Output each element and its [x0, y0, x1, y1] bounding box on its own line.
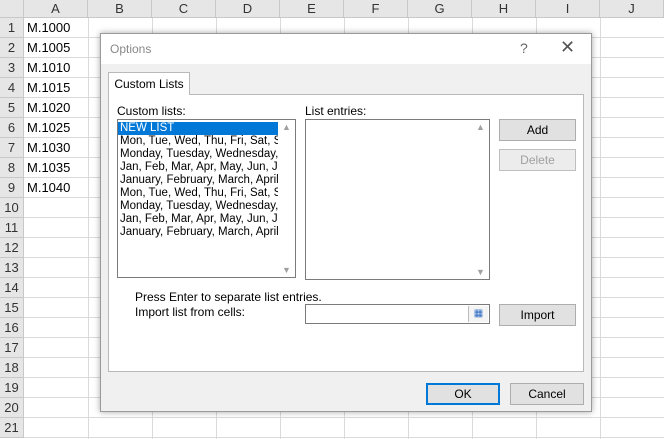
custom-lists-scrollbar[interactable]: ▲ ▼ [279, 120, 295, 277]
row-header[interactable]: 7 [0, 138, 24, 158]
list-item[interactable]: Monday, Tuesday, Wednesday, Thursday [118, 148, 278, 161]
row-header[interactable]: 12 [0, 238, 24, 258]
dialog-titlebar[interactable]: Options ? ✕ [101, 34, 591, 64]
row-header[interactable]: 15 [0, 298, 24, 318]
import-button[interactable]: Import [499, 304, 576, 326]
row-header[interactable]: 16 [0, 318, 24, 338]
list-item[interactable]: Monday, Tuesday, Wednesday, Thursday [118, 200, 278, 213]
row-header[interactable]: 3 [0, 58, 24, 78]
list-item[interactable]: January, February, March, April [118, 174, 278, 187]
delete-button[interactable]: Delete [499, 149, 576, 171]
row-header[interactable]: 8 [0, 158, 24, 178]
cell-a4[interactable]: M.1015 [27, 78, 70, 98]
custom-lists-listbox[interactable]: NEW LIST Mon, Tue, Wed, Thu, Fri, Sat, S… [117, 119, 296, 278]
column-header-f[interactable]: F [344, 0, 408, 18]
row-header[interactable]: 17 [0, 338, 24, 358]
cell-a9[interactable]: M.1040 [27, 178, 70, 198]
cell-a6[interactable]: M.1025 [27, 118, 70, 138]
column-header-b[interactable]: B [88, 0, 152, 18]
tab-strip: Custom Lists [107, 72, 585, 95]
list-item[interactable]: Jan, Feb, Mar, Apr, May, Jun, Jul [118, 161, 278, 174]
column-header-d[interactable]: D [216, 0, 280, 18]
dialog-title: Options [110, 42, 152, 56]
list-item[interactable]: Mon, Tue, Wed, Thu, Fri, Sat, Sun [118, 135, 278, 148]
list-entries-label: List entries: [305, 104, 367, 118]
scroll-up-icon[interactable]: ▲ [476, 122, 485, 132]
list-entries-scrollbar[interactable]: ▲ ▼ [473, 120, 489, 279]
row-header[interactable]: 10 [0, 198, 24, 218]
column-header-i[interactable]: I [536, 0, 600, 18]
ok-button[interactable]: OK [426, 383, 500, 405]
row-header[interactable]: 20 [0, 398, 24, 418]
cell-a3[interactable]: M.1010 [27, 58, 70, 78]
row-header[interactable]: 6 [0, 118, 24, 138]
list-item[interactable]: January, February, March, April [118, 226, 278, 239]
row-header[interactable]: 13 [0, 258, 24, 278]
column-header-a[interactable]: A [24, 0, 88, 18]
import-range-input[interactable]: ▦ [305, 304, 490, 324]
custom-lists-label: Custom lists: [117, 104, 186, 118]
options-dialog: Options ? ✕ Custom Lists Custom lists: L… [100, 33, 592, 412]
list-item[interactable]: Jan, Feb, Mar, Apr, May, Jun, Jul [118, 213, 278, 226]
column-header-h[interactable]: H [472, 0, 536, 18]
custom-lists-panel: Custom lists: List entries: NEW LIST Mon… [108, 94, 584, 372]
cell-a2[interactable]: M.1005 [27, 38, 70, 58]
row-header[interactable]: 21 [0, 418, 24, 438]
row-header[interactable]: 4 [0, 78, 24, 98]
hint-text: Press Enter to separate list entries. [135, 290, 322, 304]
row-header[interactable]: 14 [0, 278, 24, 298]
cancel-button[interactable]: Cancel [510, 383, 584, 405]
close-icon[interactable]: ✕ [560, 37, 575, 58]
select-all-corner[interactable] [0, 0, 24, 18]
cell-a1[interactable]: M.1000 [27, 18, 70, 38]
cell-a8[interactable]: M.1035 [27, 158, 70, 178]
row-header[interactable]: 2 [0, 38, 24, 58]
scroll-down-icon[interactable]: ▼ [476, 267, 485, 277]
column-header-e[interactable]: E [280, 0, 344, 18]
row-header[interactable]: 11 [0, 218, 24, 238]
row-header[interactable]: 18 [0, 358, 24, 378]
help-icon[interactable]: ? [520, 40, 528, 56]
cell-a5[interactable]: M.1020 [27, 98, 70, 118]
column-header-j[interactable]: J [600, 0, 664, 18]
custom-lists-label-text: Custom lists: [117, 104, 186, 118]
add-button[interactable]: Add [499, 119, 576, 141]
grid-row [24, 418, 664, 438]
row-header[interactable]: 1 [0, 18, 24, 38]
import-label: Import list from cells: [135, 305, 246, 319]
tab-custom-lists[interactable]: Custom Lists [108, 72, 190, 95]
range-select-icon[interactable]: ▦ [468, 306, 488, 322]
column-header-g[interactable]: G [408, 0, 472, 18]
scroll-down-icon[interactable]: ▼ [282, 265, 291, 275]
list-item[interactable]: NEW LIST [118, 122, 278, 135]
column-header-c[interactable]: C [152, 0, 216, 18]
row-header[interactable]: 5 [0, 98, 24, 118]
row-header[interactable]: 19 [0, 378, 24, 398]
list-entries-textarea[interactable]: ▲ ▼ [305, 119, 490, 280]
cell-a7[interactable]: M.1030 [27, 138, 70, 158]
scroll-up-icon[interactable]: ▲ [282, 122, 291, 132]
list-item[interactable]: Mon, Tue, Wed, Thu, Fri, Sat, Sun [118, 187, 278, 200]
row-header[interactable]: 9 [0, 178, 24, 198]
